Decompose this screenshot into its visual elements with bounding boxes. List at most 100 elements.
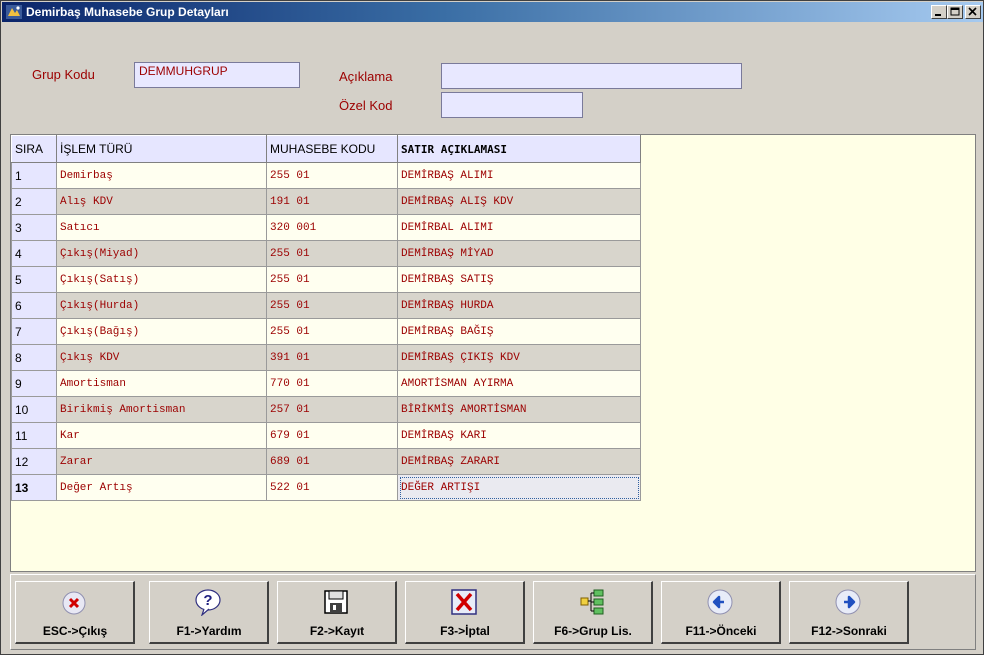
table-row[interactable]: 8 Çıkış KDV 391 01 DEMİRBAŞ ÇIKIŞ KDV <box>11 344 641 371</box>
satir-aciklamasi-cell[interactable]: DEMİRBAŞ KARI <box>397 422 641 449</box>
cancel-button[interactable]: F3->İptal <box>405 581 525 644</box>
row-number[interactable]: 2 <box>11 188 57 215</box>
col-header-islem-turu[interactable]: İŞLEM TÜRÜ <box>56 135 267 163</box>
muhasebe-kodu-cell[interactable]: 689 01 <box>266 448 398 475</box>
table-row[interactable]: 1 Demirbaş 255 01 DEMİRBAŞ ALIMI <box>11 162 641 189</box>
save-button[interactable]: F2->Kayıt <box>277 581 397 644</box>
muhasebe-kodu-cell[interactable]: 255 01 <box>266 162 398 189</box>
aciklama-input[interactable] <box>441 63 742 89</box>
muhasebe-kodu-cell[interactable]: 255 01 <box>266 266 398 293</box>
table-row[interactable]: 4 Çıkış(Miyad) 255 01 DEMİRBAŞ MİYAD <box>11 240 641 267</box>
islem-turu-cell[interactable]: Alış KDV <box>56 188 267 215</box>
help-button[interactable]: ? F1->Yardım <box>149 581 269 644</box>
maximize-button[interactable] <box>947 5 963 19</box>
satir-aciklamasi-cell[interactable]: DEMİRBAŞ MİYAD <box>397 240 641 267</box>
satir-aciklamasi-cell[interactable]: DEĞER ARTIŞI <box>397 474 641 501</box>
table-row[interactable]: 10 Birikmiş Amortisman 257 01 BİRİKMİŞ AMOR… <box>11 396 641 423</box>
islem-turu-cell[interactable]: Değer Artış <box>56 474 267 501</box>
islem-turu-cell[interactable]: Satıcı <box>56 214 267 241</box>
ozel-kod-input[interactable] <box>441 92 583 118</box>
close-icon <box>968 7 977 16</box>
muhasebe-kodu-cell[interactable]: 257 01 <box>266 396 398 423</box>
group-list-button[interactable]: F6->Grup Lis. <box>533 581 653 644</box>
grup-kodu-input[interactable]: DEMMUHGRUP <box>134 62 300 88</box>
col-header-muhasebe-kodu[interactable]: MUHASEBE KODU <box>266 135 398 163</box>
islem-turu-cell[interactable]: Demirbaş <box>56 162 267 189</box>
row-number[interactable]: 4 <box>11 240 57 267</box>
islem-turu-cell[interactable]: Kar <box>56 422 267 449</box>
muhasebe-kodu-cell[interactable]: 320 001 <box>266 214 398 241</box>
muhasebe-kodu-cell[interactable]: 255 01 <box>266 292 398 319</box>
table-row[interactable]: 7 Çıkış(Bağış) 255 01 DEMİRBAŞ BAĞIŞ <box>11 318 641 345</box>
table-row[interactable]: 6 Çıkış(Hurda) 255 01 DEMİRBAŞ HURDA <box>11 292 641 319</box>
col-header-satir-aciklamasi[interactable]: SATIR AÇIKLAMASI <box>397 135 641 163</box>
table-row[interactable]: 12 Zarar 689 01 DEMİRBAŞ ZARARI <box>11 448 641 475</box>
muhasebe-kodu-cell[interactable]: 522 01 <box>266 474 398 501</box>
muhasebe-kodu-cell[interactable]: 679 01 <box>266 422 398 449</box>
row-number[interactable]: 11 <box>11 422 57 449</box>
row-number[interactable]: 3 <box>11 214 57 241</box>
help-label: F1->Yardım <box>176 624 242 638</box>
row-number[interactable]: 12 <box>11 448 57 475</box>
grup-kodu-label: Grup Kodu <box>32 67 95 82</box>
header-panel: Grup Kodu DEMMUHGRUP Açıklama Özel Kod <box>10 33 976 131</box>
next-button[interactable]: F12->Sonraki <box>789 581 909 644</box>
col-header-sira[interactable]: SIRA <box>11 135 57 163</box>
satir-aciklamasi-cell[interactable]: DEMİRBAŞ ALIŞ KDV <box>397 188 641 215</box>
app-icon <box>6 5 22 19</box>
satir-aciklamasi-cell[interactable]: DEMİRBAŞ BAĞIŞ <box>397 318 641 345</box>
detail-grid[interactable]: SIRA İŞLEM TÜRÜ MUHASEBE KODU SATIR AÇIK… <box>10 134 976 572</box>
table-row[interactable]: 5 Çıkış(Satış) 255 01 DEMİRBAŞ SATIŞ <box>11 266 641 293</box>
esc-exit-button[interactable]: ESC->Çıkış <box>15 581 135 644</box>
islem-turu-cell[interactable]: Çıkış(Hurda) <box>56 292 267 319</box>
islem-turu-cell[interactable]: Çıkış(Satış) <box>56 266 267 293</box>
satir-aciklamasi-cell[interactable]: BİRİKMİŞ AMORTİSMAN <box>397 396 641 423</box>
muhasebe-kodu-cell[interactable]: 255 01 <box>266 240 398 267</box>
islem-turu-cell[interactable]: Çıkış KDV <box>56 344 267 371</box>
detail-table: SIRA İŞLEM TÜRÜ MUHASEBE KODU SATIR AÇIK… <box>11 135 641 501</box>
satir-aciklamasi-cell[interactable]: DEMİRBAŞ ALIMI <box>397 162 641 189</box>
aciklama-label: Açıklama <box>339 69 393 84</box>
title-bar[interactable]: Demirbaş Muhasebe Grup Detayları <box>2 2 983 22</box>
table-row[interactable]: 9 Amortisman 770 01 AMORTİSMAN AYIRMA <box>11 370 641 397</box>
muhasebe-kodu-cell[interactable]: 255 01 <box>266 318 398 345</box>
cancel-label: F3->İptal <box>440 624 490 638</box>
islem-turu-cell[interactable]: Çıkış(Miyad) <box>56 240 267 267</box>
group-list-label: F6->Grup Lis. <box>554 624 632 638</box>
next-label: F12->Sonraki <box>811 624 887 638</box>
table-row[interactable]: 2 Alış KDV 191 01 DEMİRBAŞ ALIŞ KDV <box>11 188 641 215</box>
svg-text:?: ? <box>203 592 212 609</box>
close-x-icon <box>62 591 86 615</box>
bottom-toolbar: ESC->Çıkış ? F1->Yardım F2->Kayıt F3->İp… <box>10 574 976 650</box>
islem-turu-cell[interactable]: Amortisman <box>56 370 267 397</box>
muhasebe-kodu-cell[interactable]: 391 01 <box>266 344 398 371</box>
arrow-right-icon <box>835 589 861 615</box>
close-button[interactable] <box>965 5 981 19</box>
satir-aciklamasi-cell[interactable]: AMORTİSMAN AYIRMA <box>397 370 641 397</box>
muhasebe-kodu-cell[interactable]: 770 01 <box>266 370 398 397</box>
row-number[interactable]: 8 <box>11 344 57 371</box>
muhasebe-kodu-cell[interactable]: 191 01 <box>266 188 398 215</box>
row-number[interactable]: 7 <box>11 318 57 345</box>
row-number[interactable]: 6 <box>11 292 57 319</box>
row-number[interactable]: 5 <box>11 266 57 293</box>
arrow-left-icon <box>707 589 733 615</box>
table-row[interactable]: 11 Kar 679 01 DEMİRBAŞ KARI <box>11 422 641 449</box>
table-row[interactable]: 3 Satıcı 320 001 DEMİRBAL ALIMI <box>11 214 641 241</box>
minimize-button[interactable] <box>931 5 947 19</box>
previous-button[interactable]: F11->Önceki <box>661 581 781 644</box>
satir-aciklamasi-cell[interactable]: DEMİRBAL ALIMI <box>397 214 641 241</box>
table-row[interactable]: 13 Değer Artış 522 01 DEĞER ARTIŞI <box>11 474 641 501</box>
row-number[interactable]: 1 <box>11 162 57 189</box>
table-body: 1 Demirbaş 255 01 DEMİRBAŞ ALIMI 2 Alış KDV 19… <box>11 162 641 501</box>
islem-turu-cell[interactable]: Çıkış(Bağış) <box>56 318 267 345</box>
row-number[interactable]: 13 <box>11 474 57 501</box>
row-number[interactable]: 9 <box>11 370 57 397</box>
satir-aciklamasi-cell[interactable]: DEMİRBAŞ HURDA <box>397 292 641 319</box>
satir-aciklamasi-cell[interactable]: DEMİRBAŞ ZARARI <box>397 448 641 475</box>
satir-aciklamasi-cell[interactable]: DEMİRBAŞ ÇIKIŞ KDV <box>397 344 641 371</box>
row-number[interactable]: 10 <box>11 396 57 423</box>
islem-turu-cell[interactable]: Birikmiş Amortisman <box>56 396 267 423</box>
satir-aciklamasi-cell[interactable]: DEMİRBAŞ SATIŞ <box>397 266 641 293</box>
islem-turu-cell[interactable]: Zarar <box>56 448 267 475</box>
